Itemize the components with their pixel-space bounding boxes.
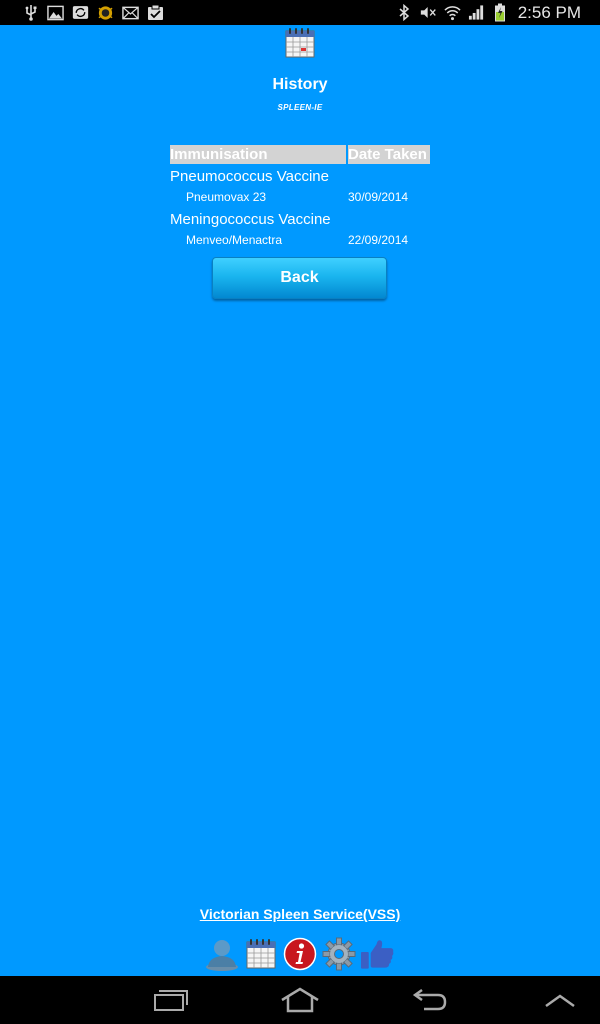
system-nav-bar [0, 976, 600, 1024]
vaccine-detail-row: Menveo/Menactra 22/09/2014 [170, 230, 430, 250]
sync-icon [72, 4, 89, 21]
vaccine-name: Meningococcus Vaccine [170, 211, 331, 228]
footer-toolbar [204, 935, 395, 973]
bug-icon [97, 4, 114, 21]
settings-icon[interactable] [321, 936, 356, 972]
vaccine-detail-row: Pneumovax 23 30/09/2014 [170, 187, 430, 207]
bluetooth-icon [396, 4, 413, 21]
mail-icon [122, 4, 139, 21]
vss-link[interactable]: Victorian Spleen Service(VSS) [0, 906, 600, 922]
thumbs-up-icon[interactable] [360, 936, 395, 972]
table-row: Pneumococcus Vaccine Pneumovax 23 30/09/… [170, 167, 430, 207]
recent-apps-icon[interactable] [146, 982, 196, 1018]
image-icon [47, 4, 64, 21]
usb-icon [22, 4, 39, 21]
calendar-icon[interactable] [243, 936, 278, 972]
system-icons: 2:56 PM [396, 0, 581, 25]
clipboard-check-icon [147, 4, 164, 21]
vaccine-brand: Pneumovax 23 [186, 190, 267, 204]
vaccine-brand: Menveo/Menactra [186, 233, 283, 247]
immunisation-table: Immunisation Date Taken Pneumococcus Vac… [170, 145, 430, 250]
wifi-icon [444, 4, 461, 21]
back-arrow-icon[interactable] [405, 982, 455, 1018]
status-bar: 2:56 PM [0, 0, 600, 25]
column-header-immunisation: Immunisation [170, 145, 346, 164]
table-row: Meningococcus Vaccine Menveo/Menactra 22… [170, 210, 430, 250]
page-subtitle: SPLEEN-IE [277, 103, 323, 112]
column-header-date-taken: Date Taken [348, 145, 430, 164]
battery-icon [492, 3, 509, 22]
date-taken: 30/09/2014 [348, 190, 409, 204]
mute-icon [420, 4, 437, 21]
info-icon[interactable] [282, 936, 317, 972]
vaccine-name: Pneumococcus Vaccine [170, 168, 329, 185]
back-button[interactable]: Back [212, 257, 387, 299]
signal-icon [468, 4, 485, 21]
clock: 2:56 PM [517, 2, 581, 22]
collapse-up-icon[interactable] [535, 982, 585, 1018]
date-taken: 22/09/2014 [348, 233, 409, 247]
table-header: Immunisation Date Taken [170, 145, 430, 164]
page-title: History [272, 76, 328, 93]
profile-icon[interactable] [204, 936, 239, 972]
home-icon[interactable] [275, 982, 325, 1018]
calendar-icon [283, 27, 317, 59]
notification-icons [22, 3, 164, 22]
